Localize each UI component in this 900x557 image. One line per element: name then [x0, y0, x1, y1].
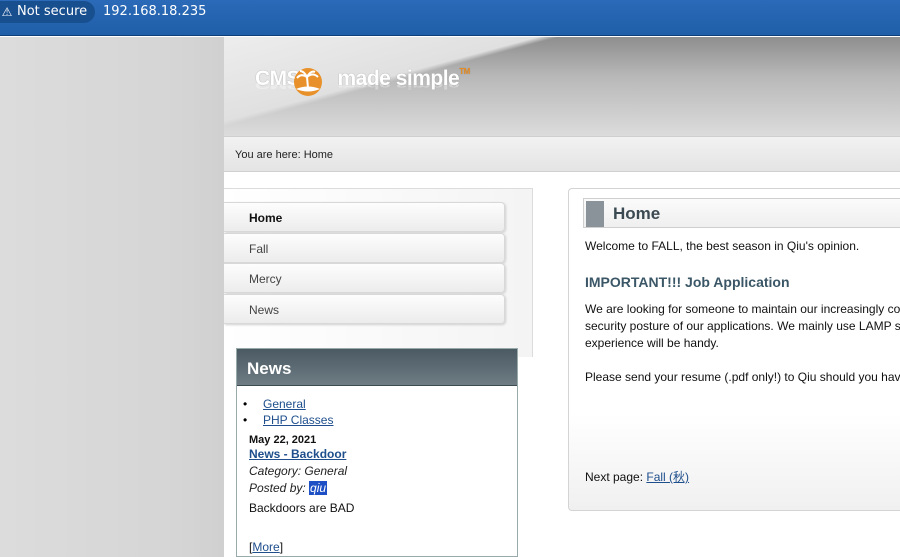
more-link[interactable]: More — [252, 540, 279, 554]
next-page-link[interactable]: Fall (秋) — [646, 470, 689, 484]
job-paragraph-line: experience will be handy. — [585, 336, 719, 350]
job-paragraph-line: We are looking for someone to maintain o… — [585, 302, 900, 316]
menu-item-home[interactable]: Home — [224, 202, 505, 232]
breadcrumb: You are here: Home — [235, 149, 334, 161]
menu-item-mercy[interactable]: Mercy — [224, 263, 505, 293]
content-title-bar: Home — [583, 198, 900, 228]
menu-item-fall[interactable]: Fall — [224, 233, 505, 263]
list-item: General — [243, 397, 333, 413]
logo-reflection: CMS made simple — [255, 79, 460, 92]
resume-paragraph: Please send your resume (.pdf only!) to … — [585, 370, 900, 384]
news-posted-by: Posted by: qiu — [249, 481, 328, 495]
news-author[interactable]: qiu — [309, 481, 328, 495]
main-content: Home Welcome to FALL, the best season in… — [568, 188, 900, 511]
palm-island-icon — [294, 68, 322, 96]
news-more: [More] — [249, 540, 283, 554]
news-category-link[interactable]: PHP Classes — [263, 413, 333, 427]
next-page: Next page: Fall (秋) — [585, 468, 689, 485]
security-label: Not secure — [17, 4, 88, 19]
news-box: News General PHP Classes May 22, 2021 Ne… — [236, 348, 518, 557]
menu-item-label: News — [249, 303, 280, 317]
breadcrumb-bar: You are here: Home — [224, 136, 900, 172]
news-item-link[interactable]: News - Backdoor — [249, 447, 346, 461]
page-title: Home — [613, 204, 661, 223]
list-item: PHP Classes — [243, 413, 334, 429]
news-header: News — [237, 349, 517, 386]
menu-item-label: Mercy — [249, 272, 282, 286]
warning-icon: ⚠ — [1, 5, 13, 19]
news-summary: Backdoors are BAD — [249, 501, 355, 515]
news-title: News — [247, 359, 292, 378]
news-date: May 22, 2021 — [249, 434, 317, 446]
important-heading: IMPORTANT!!! Job Application — [585, 274, 790, 290]
security-indicator[interactable]: ⚠ Not secure — [0, 1, 96, 23]
news-category-list: General PHP Classes — [243, 397, 334, 429]
more-bracket-close: ] — [279, 540, 284, 554]
news-category-link[interactable]: General — [263, 397, 306, 411]
url-text[interactable]: 192.168.18.235 — [103, 1, 206, 23]
news-category-line: Category: General — [249, 464, 348, 478]
menu-item-label: Home — [249, 211, 283, 225]
menu-item-news[interactable]: News — [224, 294, 505, 324]
posted-by-prefix: Posted by: — [249, 481, 310, 495]
site-logo[interactable]: CMS made simpleTM CMS made simple — [255, 67, 470, 113]
next-page-prefix: Next page: — [585, 470, 647, 484]
job-paragraph-line: security posture of our applications. We… — [585, 319, 900, 333]
menu-item-label: Fall — [249, 242, 269, 256]
job-paragraph: We are looking for someone to maintain o… — [585, 301, 900, 352]
browser-address-bar: ⚠ Not secure 192.168.18.235 — [0, 0, 900, 36]
side-menu: Home Fall Mercy News — [224, 188, 533, 357]
site-header: CMS made simpleTM CMS made simple — [224, 37, 900, 136]
left-gutter — [0, 37, 224, 557]
title-accent-block — [586, 201, 604, 227]
welcome-text: Welcome to FALL, the best season in Qiu'… — [585, 239, 860, 253]
